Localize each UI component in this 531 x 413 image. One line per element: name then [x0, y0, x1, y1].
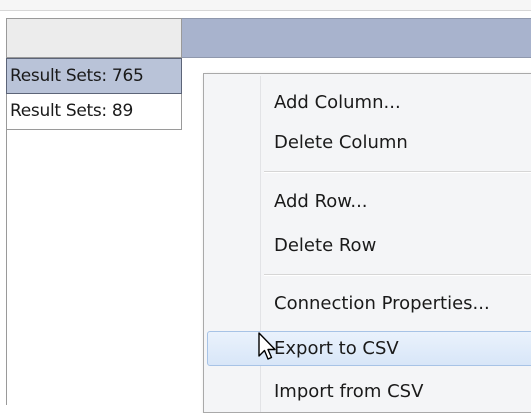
menu-separator	[264, 274, 531, 276]
top-strip	[0, 0, 531, 11]
menu-item-add-column[interactable]: Add Column...	[207, 85, 531, 120]
row-header-result-sets-765[interactable]: Result Sets: 765	[6, 58, 182, 94]
grid-line	[6, 130, 7, 405]
menu-item-delete-row[interactable]: Delete Row	[207, 228, 531, 263]
grid-corner-header[interactable]	[6, 18, 182, 58]
menu-separator	[264, 171, 531, 173]
arrow-pointer-icon	[258, 332, 276, 360]
menu-item-connection-properties[interactable]: Connection Properties...	[207, 286, 531, 321]
menu-item-delete-column[interactable]: Delete Column	[207, 125, 531, 160]
grid-column-header[interactable]	[182, 18, 531, 58]
row-header-result-sets-89[interactable]: Result Sets: 89	[6, 94, 182, 130]
menu-item-add-row[interactable]: Add Row...	[207, 184, 531, 219]
context-menu: Add Column... Delete Column Add Row... D…	[203, 73, 531, 413]
menu-item-import-from-csv[interactable]: Import from CSV	[207, 374, 531, 409]
menu-item-export-to-csv[interactable]: Export to CSV	[207, 331, 531, 366]
